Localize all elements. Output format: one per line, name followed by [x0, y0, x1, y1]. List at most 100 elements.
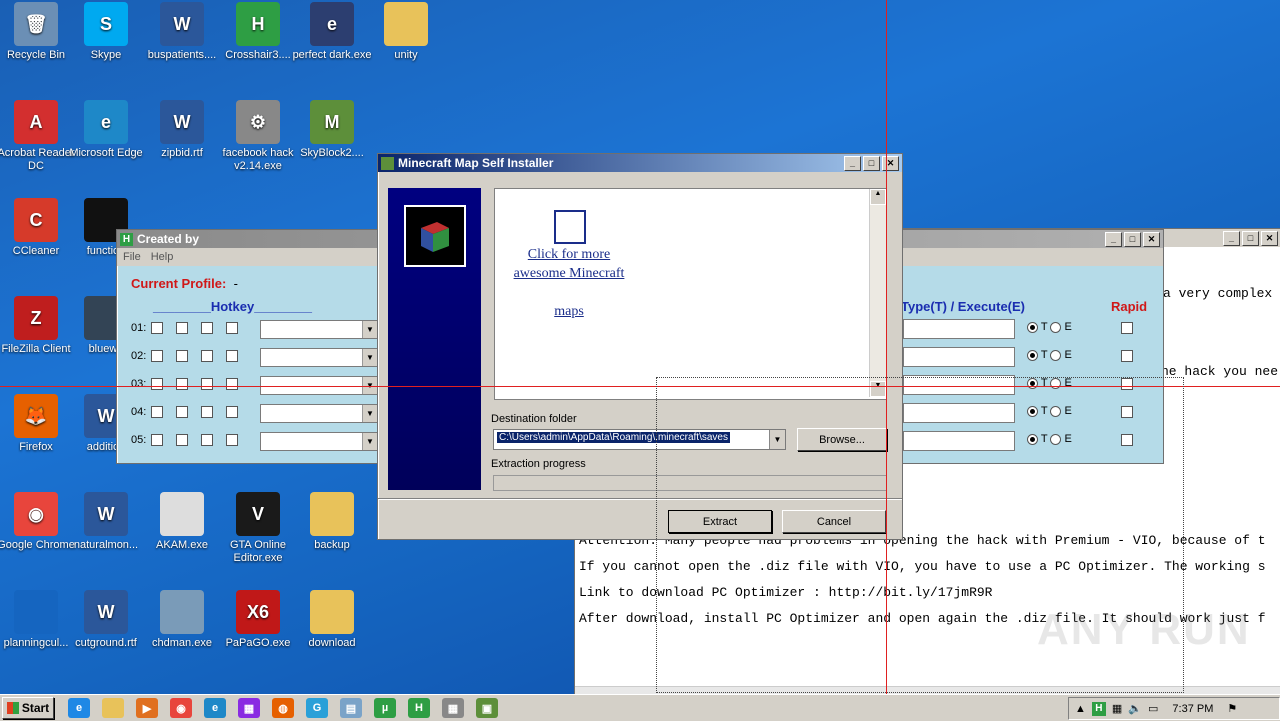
desktop-icon[interactable]: Wnaturalmon...: [66, 492, 146, 552]
desktop-icon[interactable]: planningcul...: [0, 590, 76, 650]
word-doc-icon: W: [84, 492, 128, 536]
rapid-checkbox[interactable]: [1121, 322, 1133, 334]
modifier-checkbox[interactable]: [201, 434, 213, 446]
ie-icon[interactable]: e: [68, 698, 90, 718]
hotkey-header: ________Hotkey________: [153, 299, 313, 314]
volume-icon[interactable]: 🔈: [1128, 702, 1142, 715]
calculator-icon[interactable]: ▦: [442, 698, 464, 718]
desktop-icon[interactable]: S Skype: [66, 2, 146, 62]
modifier-checkbox[interactable]: [201, 378, 213, 390]
modifier-checkbox[interactable]: [176, 378, 188, 390]
desktop-icon[interactable]: Z FileZilla Client: [0, 296, 76, 356]
desktop-icon[interactable]: Wcutground.rtf: [66, 590, 146, 650]
flag-icon[interactable]: ⚑: [1227, 702, 1237, 715]
menu-help[interactable]: Help: [151, 251, 174, 263]
maximize-icon[interactable]: □: [1124, 231, 1141, 247]
modifier-checkbox[interactable]: [151, 434, 163, 446]
command-field[interactable]: [903, 347, 1015, 367]
modifier-checkbox[interactable]: [176, 434, 188, 446]
hotkey-combo[interactable]: ▼: [260, 404, 378, 423]
modifier-checkbox[interactable]: [151, 350, 163, 362]
chrome-icon[interactable]: ◉: [170, 698, 192, 718]
menu-file[interactable]: File: [123, 251, 141, 263]
maximize-icon[interactable]: □: [1242, 230, 1259, 246]
type-execute-radio-group[interactable]: T E: [1027, 349, 1072, 361]
modifier-checkbox[interactable]: [226, 406, 238, 418]
minimize-icon[interactable]: _: [1105, 231, 1122, 247]
desktop-icon[interactable]: unity: [366, 2, 446, 62]
desktop-icon[interactable]: Wbuspatients....: [142, 2, 222, 62]
radio-execute[interactable]: [1050, 349, 1062, 361]
modifier-checkbox[interactable]: [226, 350, 238, 362]
desktop-icon[interactable]: X6 PaPaGO.exe: [218, 590, 298, 650]
modifier-checkbox[interactable]: [151, 406, 163, 418]
explorer-icon[interactable]: [102, 698, 124, 718]
desktop-icon[interactable]: C CCleaner: [0, 198, 76, 258]
modifier-checkbox[interactable]: [226, 434, 238, 446]
command-field[interactable]: [903, 319, 1015, 339]
network-icon[interactable]: ▦: [1112, 702, 1122, 715]
installer-titlebar[interactable]: Minecraft Map Self Installer _ □ ✕: [378, 154, 902, 172]
desktop-icon[interactable]: download: [292, 590, 372, 650]
media-player-icon[interactable]: ▶: [136, 698, 158, 718]
desktop-icon[interactable]: chdman.exe: [142, 590, 222, 650]
modifier-checkbox[interactable]: [176, 406, 188, 418]
modifier-checkbox[interactable]: [201, 322, 213, 334]
desktop-icon[interactable]: H Crosshair3....: [218, 2, 298, 62]
minecraft-maps-link[interactable]: Click for more awesome Minecraft maps: [505, 245, 633, 321]
utorrent-icon[interactable]: µ: [374, 698, 396, 718]
edge-icon[interactable]: e: [204, 698, 226, 718]
chevron-down-icon[interactable]: ▼: [362, 405, 377, 422]
desktop-icon[interactable]: backup: [292, 492, 372, 552]
minecraft-installer-icon[interactable]: ▣: [476, 698, 498, 718]
desktop-icon[interactable]: e perfect dark.exe: [292, 2, 372, 62]
hotkey-combo[interactable]: ▼: [260, 432, 378, 451]
chevron-down-icon[interactable]: ▼: [362, 433, 377, 450]
desktop-icon[interactable]: V GTA Online Editor.exe: [218, 492, 298, 565]
modifier-checkbox[interactable]: [176, 350, 188, 362]
minimize-icon[interactable]: _: [1223, 230, 1240, 246]
desktop-icon[interactable]: Wzipbid.rtf: [142, 100, 222, 160]
minimize-icon[interactable]: _: [844, 155, 861, 171]
modifier-checkbox[interactable]: [151, 322, 163, 334]
modifier-checkbox[interactable]: [226, 322, 238, 334]
type-execute-radio-group[interactable]: T E: [1027, 321, 1072, 333]
desktop-icon[interactable]: AKAM.exe: [142, 492, 222, 552]
chevron-down-icon[interactable]: ▼: [362, 349, 377, 366]
ccleaner-icon[interactable]: G: [306, 698, 328, 718]
modifier-checkbox[interactable]: [151, 378, 163, 390]
modifier-checkbox[interactable]: [201, 406, 213, 418]
desktop-icon[interactable]: e Microsoft Edge: [66, 100, 146, 160]
close-icon[interactable]: ✕: [882, 155, 899, 171]
rapid-checkbox[interactable]: [1121, 350, 1133, 362]
desktop-icon[interactable]: M SkyBlock2....: [292, 100, 372, 160]
clock[interactable]: 7:37 PM: [1172, 703, 1213, 715]
start-button[interactable]: Start: [2, 697, 54, 719]
tray-arrow-icon[interactable]: ▲: [1075, 703, 1086, 715]
chevron-down-icon[interactable]: ▼: [362, 321, 377, 338]
hotkey-combo[interactable]: ▼: [260, 348, 378, 367]
modifier-checkbox[interactable]: [226, 378, 238, 390]
firefox-icon[interactable]: ◍: [272, 698, 294, 718]
modifier-checkbox[interactable]: [201, 350, 213, 362]
battery-icon[interactable]: ▭: [1148, 702, 1158, 715]
maximize-icon[interactable]: □: [863, 155, 880, 171]
desktop-icon[interactable]: 🦊 Firefox: [0, 394, 76, 454]
winrar-icon[interactable]: ▦: [238, 698, 260, 718]
close-icon[interactable]: ✕: [1261, 230, 1278, 246]
info-scrollbar[interactable]: ▲ ▼: [869, 189, 886, 397]
radio-type[interactable]: [1027, 349, 1038, 361]
hotkey-combo[interactable]: ▼: [260, 320, 378, 339]
radio-type[interactable]: [1027, 321, 1038, 333]
close-icon[interactable]: ✕: [1143, 231, 1160, 247]
desktop-icon[interactable]: ⚙ facebook hack v2.14.exe: [218, 100, 298, 173]
tray-app-icon[interactable]: H: [1091, 701, 1106, 716]
crosshair-app-icon[interactable]: H: [408, 698, 430, 718]
notepad-icon[interactable]: ▤: [340, 698, 362, 718]
radio-execute[interactable]: [1050, 321, 1062, 333]
link-image-placeholder[interactable]: [554, 210, 586, 244]
desktop-icon[interactable]: A Acrobat Reader DC: [0, 100, 76, 173]
modifier-checkbox[interactable]: [176, 322, 188, 334]
desktop-icon[interactable]: 🗑 Recycle Bin: [0, 2, 76, 62]
desktop-icon[interactable]: ◉ Google Chrome: [0, 492, 76, 552]
